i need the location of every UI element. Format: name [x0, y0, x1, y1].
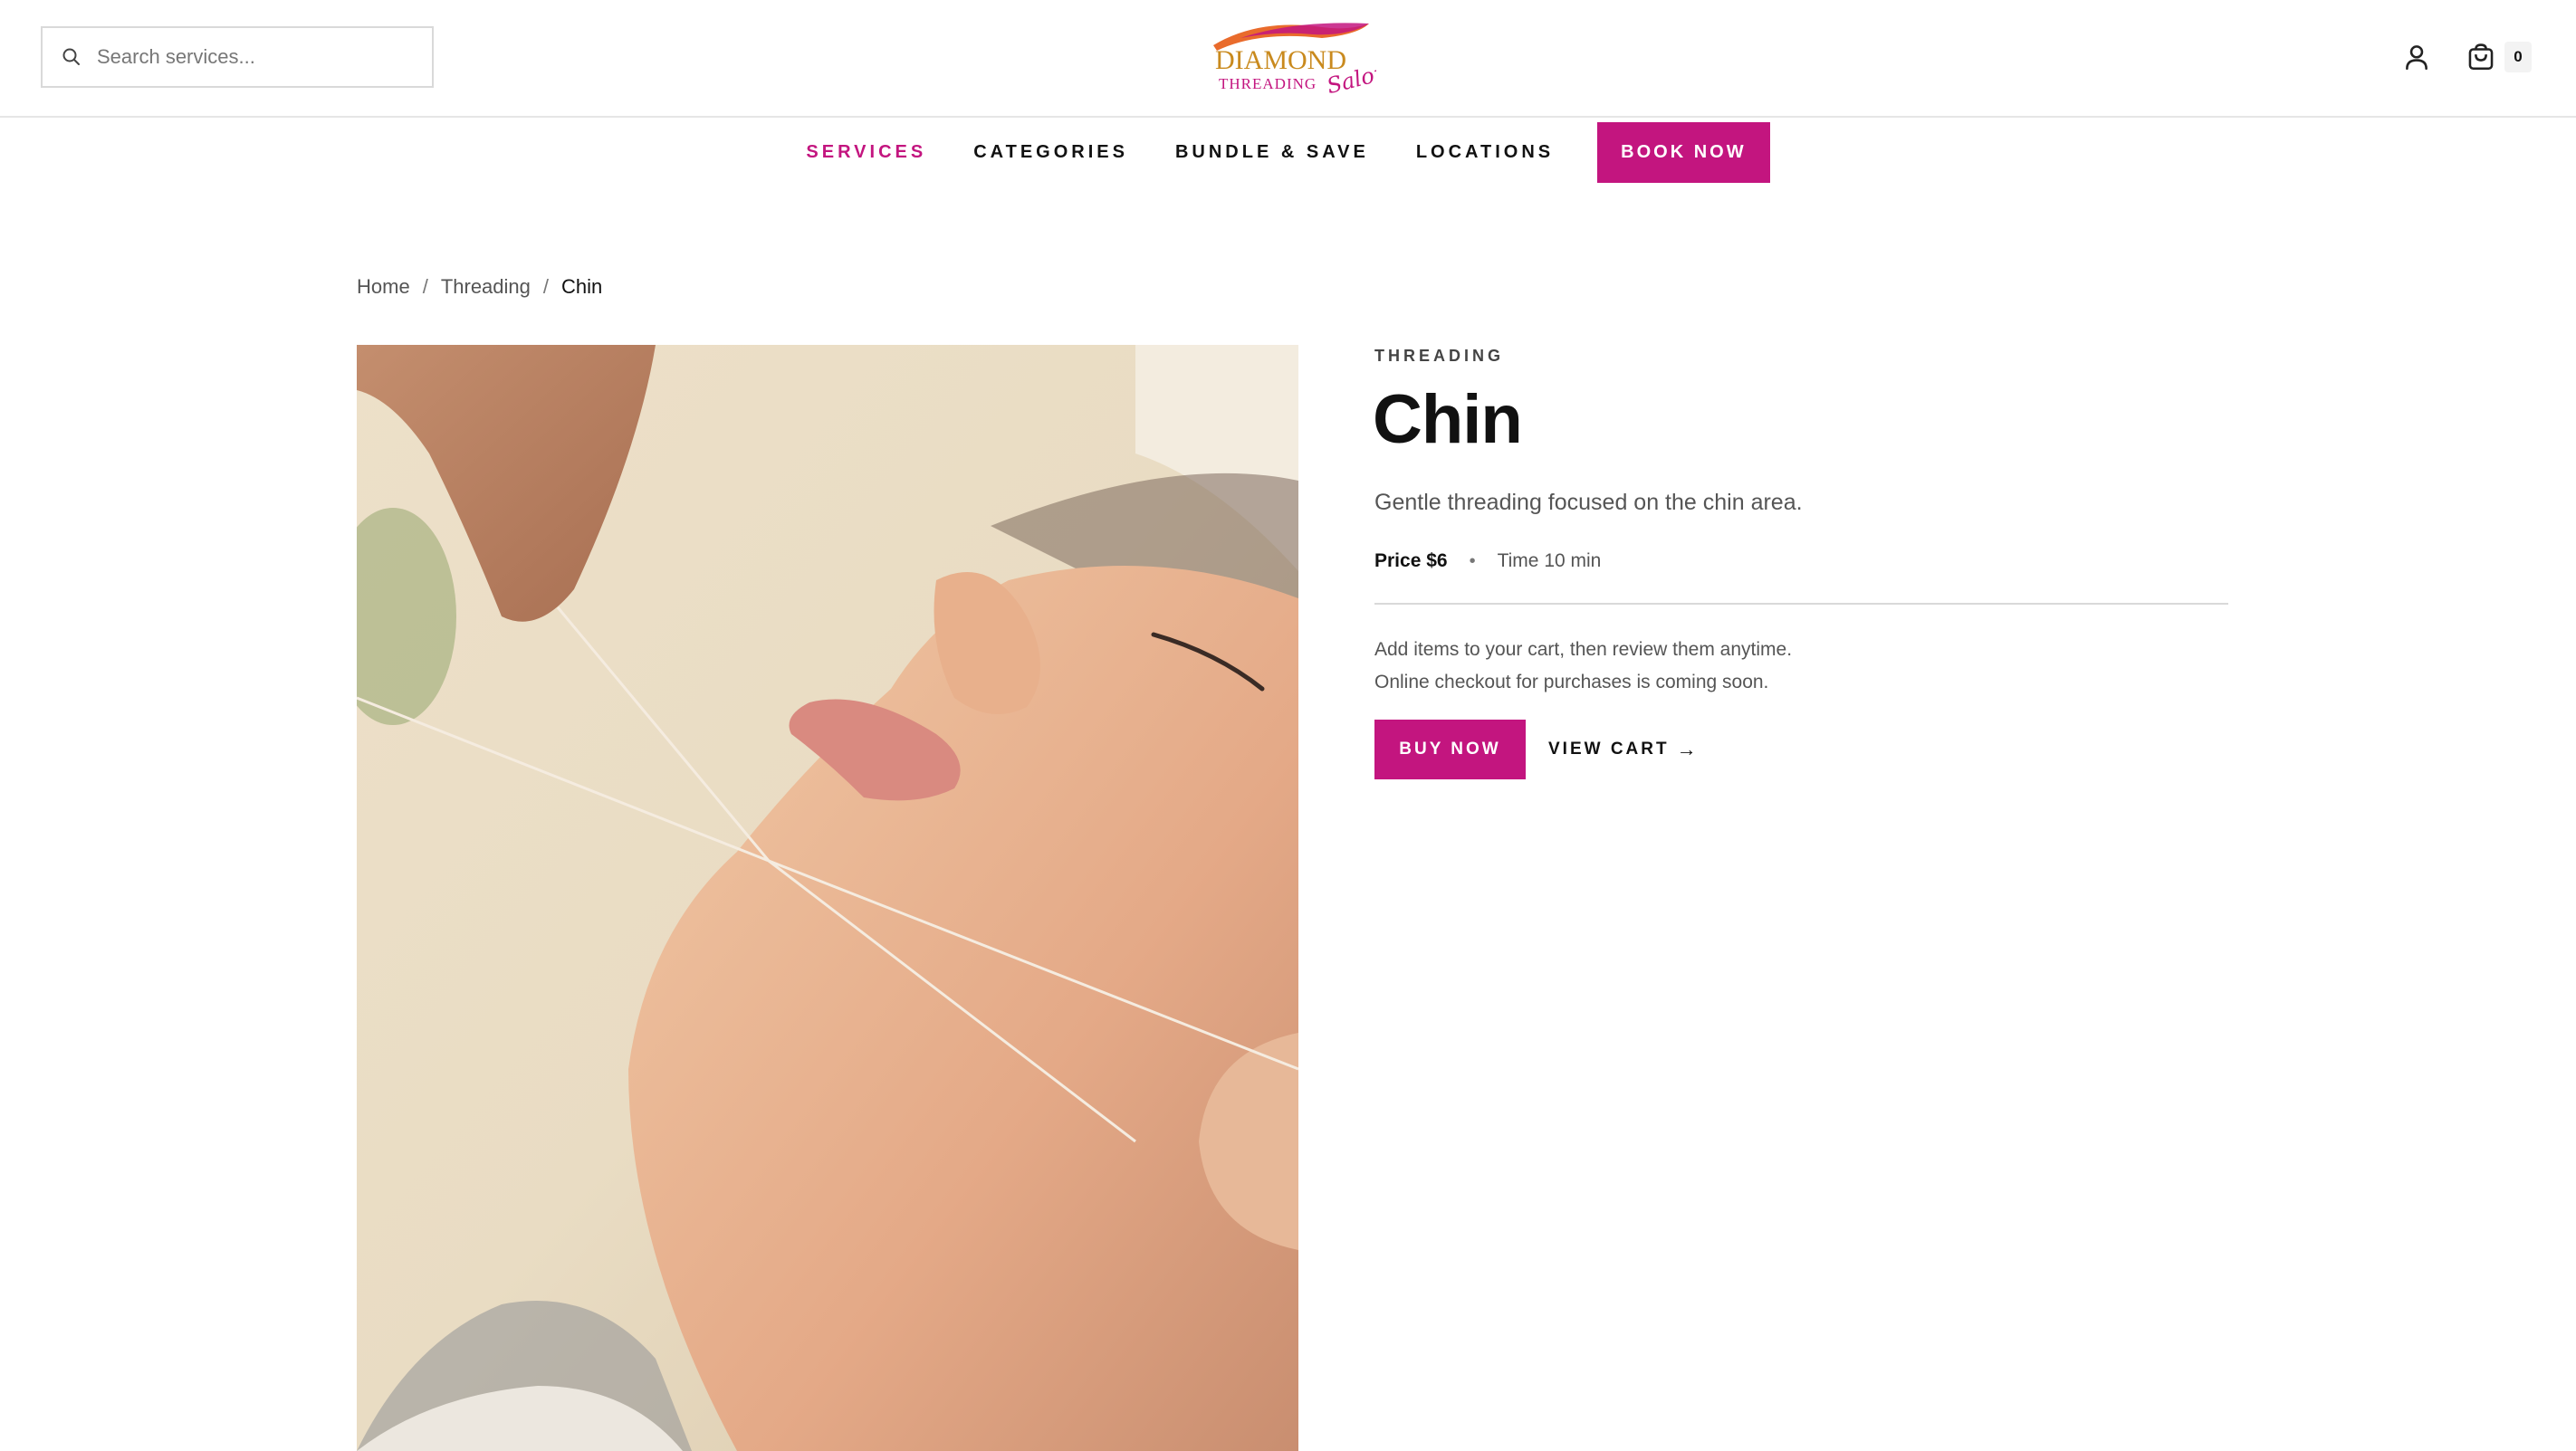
checkout-note-line: Add items to your cart, then review them…	[1374, 639, 1793, 660]
nav-item-locations[interactable]: LOCATIONS	[1416, 142, 1554, 163]
nav-item-services[interactable]: SERVICES	[806, 142, 926, 163]
breadcrumb: Home / Threading / Chin	[357, 275, 602, 299]
book-now-button[interactable]: BOOK NOW	[1597, 121, 1770, 183]
svg-text:THREADING: THREADING	[1219, 75, 1317, 92]
nav-item-categories[interactable]: CATEGORIES	[973, 142, 1128, 163]
product-image	[357, 345, 1298, 1451]
search-box[interactable]	[41, 26, 434, 88]
svg-text:DIAMOND: DIAMOND	[1215, 45, 1346, 75]
breadcrumb-threading[interactable]: Threading	[441, 275, 531, 299]
cart-count-badge[interactable]: 0	[2504, 42, 2532, 72]
checkout-note: Add items to your cart, then review them…	[1374, 634, 1792, 699]
arrow-right-icon: →	[1676, 738, 1697, 760]
product-duration: Time 10 min	[1497, 550, 1602, 571]
view-cart-label: VIEW CART	[1548, 740, 1670, 759]
product-description: Gentle threading focused on the chin are…	[1374, 490, 1803, 515]
product-title: Chin	[1373, 381, 1523, 458]
divider	[1374, 603, 2228, 605]
breadcrumb-home[interactable]: Home	[357, 275, 410, 299]
product-category: THREADING	[1374, 347, 1504, 365]
logo[interactable]: DIAMOND THREADING Salon	[1204, 18, 1376, 96]
checkout-note-line: Online checkout for purchases is coming …	[1374, 672, 1769, 692]
product-price: Price $6	[1374, 550, 1448, 571]
nav-item-bundle-save[interactable]: BUNDLE & SAVE	[1175, 142, 1369, 163]
search-input[interactable]	[97, 45, 423, 69]
meta-separator: •	[1469, 550, 1476, 571]
breadcrumb-current: Chin	[561, 275, 603, 298]
buy-now-button[interactable]: BUY NOW	[1374, 720, 1526, 779]
shopping-bag-icon[interactable]	[2466, 42, 2496, 72]
view-cart-link[interactable]: VIEW CART →	[1548, 720, 1697, 779]
product-meta: Price $6 • Time 10 min	[1374, 550, 1601, 572]
main-nav: SERVICES CATEGORIES BUNDLE & SAVE LOCATI…	[0, 119, 2576, 185]
breadcrumb-separator: /	[422, 275, 428, 298]
header: DIAMOND THREADING Salon 0	[0, 0, 2576, 118]
threading-photo-illustration	[357, 345, 1298, 1451]
breadcrumb-separator: /	[542, 275, 550, 298]
user-icon[interactable]	[2401, 42, 2432, 72]
search-icon	[62, 48, 80, 65]
